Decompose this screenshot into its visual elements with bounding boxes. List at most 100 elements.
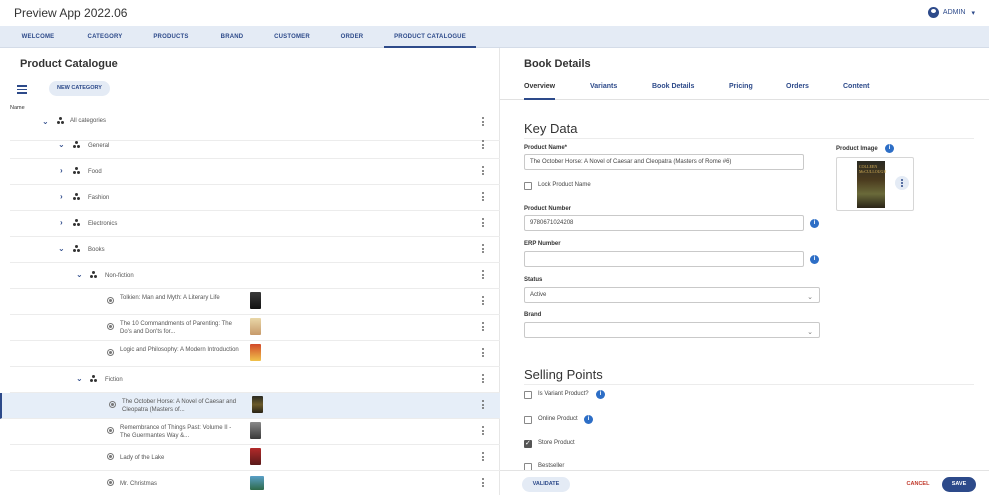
chevron-down-icon[interactable]: ⌄ xyxy=(76,374,83,383)
menu-icon[interactable] xyxy=(17,85,27,94)
variant-product-checkbox[interactable] xyxy=(524,391,532,399)
category-icon xyxy=(57,117,65,125)
status-select[interactable]: Active ⌄ xyxy=(524,287,820,303)
new-category-button[interactable]: NEW CATEGORY xyxy=(49,81,110,96)
nav-tab-product-catalogue[interactable]: PRODUCT CATALOGUE xyxy=(384,26,476,48)
kebab-icon[interactable] xyxy=(482,452,484,463)
store-product-label: Store Product xyxy=(538,440,575,446)
tree-row-product[interactable]: Tolkien: Man and Myth: A Literary Life xyxy=(10,289,500,315)
tree-row-electronics[interactable]: › Electronics xyxy=(10,211,500,237)
validate-button[interactable]: VALIDATE xyxy=(522,477,570,492)
chevron-down-icon[interactable]: ⌄ xyxy=(58,140,65,149)
tree-row-fashion[interactable]: › Fashion xyxy=(10,185,500,211)
kebab-icon[interactable] xyxy=(482,348,484,359)
info-icon[interactable]: i xyxy=(810,255,819,264)
chevron-right-icon[interactable]: › xyxy=(60,166,63,175)
tab-overview[interactable]: Overview xyxy=(524,83,556,100)
tab-orders[interactable]: Orders xyxy=(786,83,809,100)
tree-row-label: All categories xyxy=(70,118,107,124)
brand-select[interactable]: ⌄ xyxy=(524,322,820,338)
chevron-right-icon[interactable]: › xyxy=(60,218,63,227)
tab-variants[interactable]: Variants xyxy=(590,83,617,100)
chevron-down-icon[interactable]: ⌄ xyxy=(58,244,65,253)
chevron-right-icon[interactable]: › xyxy=(60,192,63,201)
category-icon xyxy=(90,271,98,279)
info-icon[interactable]: i xyxy=(596,390,605,399)
tree-row-label: Lady of the Lake xyxy=(120,455,165,461)
nav-tab-category[interactable]: CATEGORY xyxy=(82,26,128,48)
tab-pricing[interactable]: Pricing xyxy=(729,83,753,100)
image-options-button[interactable] xyxy=(895,176,909,190)
nav-tab-brand[interactable]: BRAND xyxy=(212,26,252,48)
tree-row-books[interactable]: ⌄ Books xyxy=(10,237,500,263)
tree-row-label: The October Horse: A Novel of Caesar and… xyxy=(122,399,237,413)
info-icon[interactable]: i xyxy=(810,219,819,228)
kebab-icon[interactable] xyxy=(482,244,484,255)
tree-row-product[interactable]: Remembrance of Things Past: Volume II - … xyxy=(10,419,500,445)
tree-row-product-selected[interactable]: The October Horse: A Novel of Caesar and… xyxy=(0,393,500,419)
tree-row-food[interactable]: › Food xyxy=(10,159,500,185)
status-label: Status xyxy=(524,277,543,283)
chevron-down-icon[interactable]: ⌄ xyxy=(76,270,83,279)
status-value: Active xyxy=(530,292,547,298)
online-product-checkbox[interactable] xyxy=(524,416,532,424)
store-product-checkbox[interactable] xyxy=(524,439,532,448)
category-icon xyxy=(73,219,81,227)
product-icon xyxy=(107,297,114,304)
kebab-icon[interactable] xyxy=(482,296,484,307)
tree-row-product[interactable]: Lady of the Lake xyxy=(10,445,500,471)
product-thumbnail xyxy=(250,292,261,309)
info-icon[interactable]: i xyxy=(885,144,894,153)
lock-product-name-label: Lock Product Name xyxy=(538,182,591,188)
product-number-input[interactable]: 9780671024208 xyxy=(524,215,804,231)
tree-row-label: Fashion xyxy=(88,195,110,201)
tree-row-fiction[interactable]: ⌄ Fiction xyxy=(10,367,500,393)
category-icon xyxy=(73,193,81,201)
save-button[interactable]: SAVE xyxy=(942,477,976,492)
product-name-input[interactable]: The October Horse: A Novel of Caesar and… xyxy=(524,154,804,170)
bestseller-label: Bestseller xyxy=(538,463,565,469)
tree-row-product[interactable]: Mr. Christmas xyxy=(10,471,500,495)
kebab-icon[interactable] xyxy=(482,322,484,333)
details-tabs: Overview Variants Book Details Pricing O… xyxy=(500,78,989,100)
nav-tab-customer[interactable]: CUSTOMER xyxy=(266,26,318,48)
tree-row-non-fiction[interactable]: ⌄ Non-fiction xyxy=(10,263,500,289)
action-footer: VALIDATE CANCEL SAVE xyxy=(500,470,989,495)
kebab-icon[interactable] xyxy=(482,117,484,128)
kebab-icon[interactable] xyxy=(482,192,484,203)
tree-row-label: The 10 Commandments of Parenting: The Do… xyxy=(120,321,232,335)
tree-row-general[interactable]: ⌄ General xyxy=(10,133,500,159)
tree-row-product[interactable]: The 10 Commandments of Parenting: The Do… xyxy=(10,315,500,341)
user-menu[interactable]: ADMIN ▾ xyxy=(927,7,975,18)
product-thumbnail xyxy=(250,448,261,465)
info-icon[interactable]: i xyxy=(584,415,593,424)
book-details-title: Book Details xyxy=(524,58,591,70)
tree-row-label: Logic and Philosophy: A Modern Introduct… xyxy=(120,347,239,353)
erp-number-input[interactable] xyxy=(524,251,804,267)
tab-book-details[interactable]: Book Details xyxy=(652,83,694,100)
kebab-icon[interactable] xyxy=(482,426,484,437)
kebab-icon[interactable] xyxy=(482,140,484,151)
chevron-down-icon: ⌄ xyxy=(807,329,813,336)
nav-tab-welcome[interactable]: WELCOME xyxy=(18,26,58,48)
product-icon xyxy=(109,401,116,408)
tree-row-product[interactable]: Logic and Philosophy: A Modern Introduct… xyxy=(10,341,500,367)
variant-product-label: Is Variant Product? xyxy=(538,391,589,397)
product-thumbnail xyxy=(252,396,263,413)
product-thumbnail xyxy=(250,318,261,335)
tree-row-label: Electronics xyxy=(88,221,118,227)
nav-tab-order[interactable]: ORDER xyxy=(332,26,372,48)
cancel-button[interactable]: CANCEL xyxy=(895,477,941,492)
tree-row-label: Fiction xyxy=(105,377,123,383)
kebab-icon[interactable] xyxy=(482,374,484,385)
kebab-icon[interactable] xyxy=(482,400,484,411)
tab-content[interactable]: Content xyxy=(843,83,869,100)
product-icon xyxy=(107,453,114,460)
kebab-icon[interactable] xyxy=(482,270,484,281)
lock-product-name-checkbox[interactable] xyxy=(524,182,532,190)
kebab-icon[interactable] xyxy=(482,218,484,229)
kebab-icon[interactable] xyxy=(482,166,484,177)
nav-tab-products[interactable]: PRODUCTS xyxy=(146,26,196,48)
kebab-icon[interactable] xyxy=(482,478,484,489)
chevron-down-icon[interactable]: ⌄ xyxy=(42,117,49,126)
